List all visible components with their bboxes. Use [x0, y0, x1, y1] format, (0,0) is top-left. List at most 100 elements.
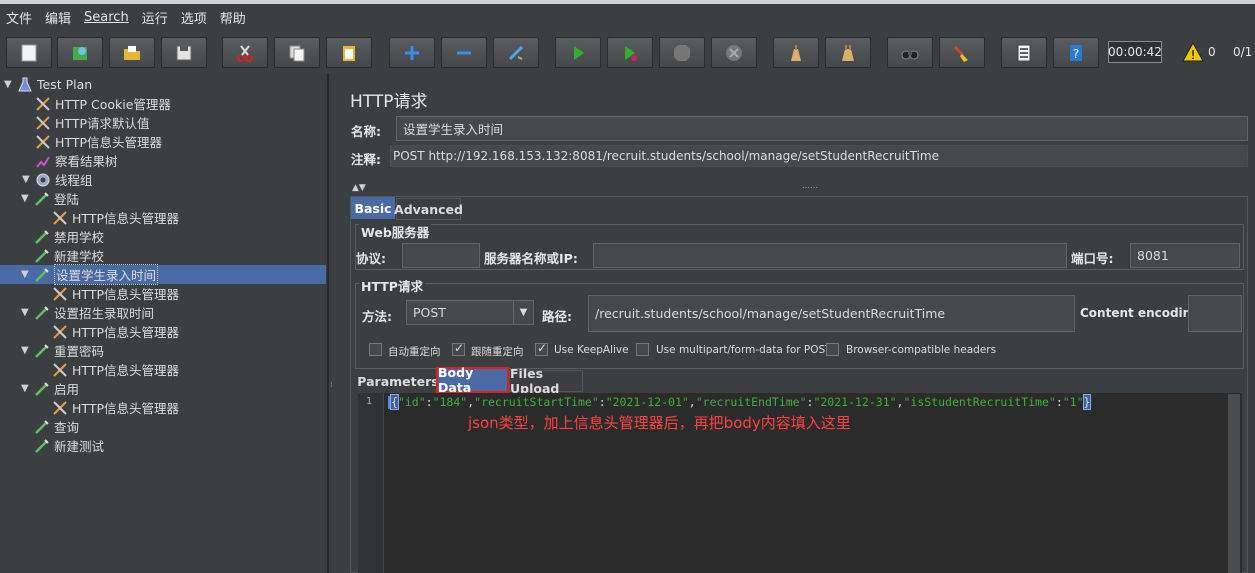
menu-search[interactable]: Search: [84, 10, 129, 25]
tab-parameters[interactable]: Parameters: [357, 370, 439, 392]
tree-node[interactable]: ▼ 重置密码: [21, 341, 104, 360]
comment-input[interactable]: POST http://192.168.153.132:8081/recruit…: [390, 145, 1248, 167]
tree-node[interactable]: ▼ 线程组: [22, 170, 93, 189]
clear-icon: [791, 44, 801, 61]
tree-node-label: 启用: [54, 382, 80, 397]
code-token: :: [598, 395, 606, 409]
start-no-pause-button[interactable]: [607, 37, 653, 68]
tree-node[interactable]: ▼ 设置招生录取时间: [21, 303, 154, 322]
menu-run[interactable]: 运行: [142, 8, 168, 27]
expand-toggle-icon[interactable]: ▼: [21, 345, 33, 356]
menu-bar: 文件 编辑 Search 运行 选项 帮助: [0, 4, 1255, 30]
open-button[interactable]: [109, 37, 155, 68]
tree-node[interactable]: HTTP信息头管理器: [39, 360, 179, 379]
tree-node[interactable]: 察看结果树: [22, 151, 118, 170]
chart-icon: [34, 153, 52, 169]
function-helper-button[interactable]: [1001, 37, 1047, 68]
server-input[interactable]: [593, 243, 1067, 268]
menu-edit[interactable]: 编辑: [45, 8, 71, 27]
save-button[interactable]: [161, 37, 207, 68]
start-button[interactable]: [555, 37, 601, 68]
multipart-checkbox[interactable]: [636, 343, 649, 356]
split-pane-divider[interactable]: [328, 73, 338, 573]
tree-node[interactable]: 禁用学校: [21, 227, 104, 246]
tree-node[interactable]: HTTP Cookie管理器: [22, 94, 171, 113]
content-encoding-input[interactable]: [1188, 295, 1242, 332]
clear-all-button[interactable]: [825, 37, 871, 68]
tree-node[interactable]: 新建测试: [21, 436, 104, 455]
wrench-icon: [34, 115, 52, 131]
expand-all-button[interactable]: [389, 37, 435, 68]
tree-node[interactable]: ▼ Test Plan: [4, 75, 92, 94]
web-server-legend: Web服务器: [359, 222, 432, 241]
auto-redirect-checkbox[interactable]: [369, 343, 382, 356]
expand-toggle-icon[interactable]: ▼: [21, 307, 33, 318]
tree-node-label: HTTP Cookie管理器: [55, 97, 171, 112]
help-button[interactable]: ?: [1053, 37, 1099, 68]
editor-scrollbar[interactable]: [1228, 394, 1240, 573]
expand-toggle-icon[interactable]: ▼: [21, 193, 33, 204]
expand-toggle-icon[interactable]: ▼: [21, 383, 33, 394]
active-threads-ratio: 0/1: [1233, 45, 1253, 59]
tree-node[interactable]: ▼ 启用: [21, 379, 79, 398]
expand-toggle-icon[interactable]: ▼: [21, 269, 33, 280]
tree-node[interactable]: ▼ 设置学生录入时间: [0, 264, 326, 285]
pipette-icon: [33, 381, 51, 397]
tree-node[interactable]: ▼ 登陆: [21, 189, 79, 208]
port-input[interactable]: 8081: [1130, 243, 1240, 268]
tab-advanced[interactable]: Advanced: [394, 198, 463, 220]
tab-files-upload[interactable]: Files Upload: [509, 366, 583, 396]
code-token: :: [425, 395, 433, 409]
tree-node[interactable]: 查询: [21, 417, 79, 436]
collapse-all-button[interactable]: [441, 37, 487, 68]
name-label: 名称:: [351, 124, 381, 139]
shutdown-button[interactable]: [711, 37, 757, 68]
menu-options[interactable]: 选项: [181, 8, 207, 27]
tree-node[interactable]: HTTP信息头管理器: [39, 398, 179, 417]
search-button[interactable]: [887, 37, 933, 68]
name-input[interactable]: 设置学生录入时间: [396, 116, 1248, 141]
collapse-arrows-icon[interactable]: ▲▼: [352, 183, 366, 193]
toggle-button[interactable]: [493, 37, 539, 68]
paste-button[interactable]: [326, 37, 372, 68]
tree-node[interactable]: HTTP信息头管理器: [22, 132, 162, 151]
protocol-input[interactable]: [402, 243, 480, 268]
divider-grip[interactable]: ⁞: [330, 380, 336, 394]
pipette-icon: [33, 267, 51, 283]
menu-help[interactable]: 帮助: [220, 8, 246, 27]
body-json-code[interactable]: {"id":"184","recruitStartTime":"2021-12-…: [388, 394, 1092, 410]
tab-basic[interactable]: Basic: [351, 197, 395, 219]
stop-button[interactable]: [659, 37, 705, 68]
open-icon: [124, 45, 140, 60]
tab-body-data[interactable]: Body Data: [436, 365, 509, 395]
expand-toggle-icon[interactable]: ▼: [22, 174, 34, 185]
warning-icon[interactable]: !: [1182, 42, 1204, 62]
path-input[interactable]: /recruit.students/school/manage/setStude…: [588, 295, 1075, 332]
resize-grip-icon[interactable]: ⋯⋯: [802, 183, 818, 192]
keepalive-checkbox[interactable]: [535, 341, 548, 356]
port-label: 端口号:: [1071, 251, 1114, 266]
tree-node[interactable]: HTTP信息头管理器: [39, 322, 179, 341]
tree-node[interactable]: HTTP信息头管理器: [39, 208, 179, 227]
cut-button[interactable]: [222, 37, 268, 68]
pipette-icon: [33, 305, 51, 321]
tree-node[interactable]: HTTP信息头管理器: [39, 284, 179, 303]
expand-toggle-icon[interactable]: ▼: [4, 79, 16, 90]
new-button[interactable]: [6, 37, 52, 68]
clear-button[interactable]: [773, 37, 819, 68]
wrench-icon: [51, 286, 69, 302]
browser-headers-checkbox[interactable]: [826, 343, 839, 356]
tree-node[interactable]: 新建学校: [21, 246, 104, 265]
copy-button[interactable]: [274, 37, 320, 68]
tree-node[interactable]: HTTP请求默认值: [22, 113, 150, 132]
chevron-down-icon[interactable]: ▼: [513, 300, 534, 325]
tree-node-label: HTTP请求默认值: [55, 116, 150, 131]
follow-redirect-checkbox[interactable]: [452, 341, 465, 356]
code-token: "1": [1062, 395, 1084, 409]
method-select[interactable]: POST: [406, 300, 514, 325]
templates-button[interactable]: [57, 37, 103, 68]
menu-file[interactable]: 文件: [6, 8, 32, 27]
method-label: 方法:: [362, 309, 392, 324]
reset-search-button[interactable]: [939, 37, 985, 68]
comment-label: 注释:: [351, 152, 381, 167]
